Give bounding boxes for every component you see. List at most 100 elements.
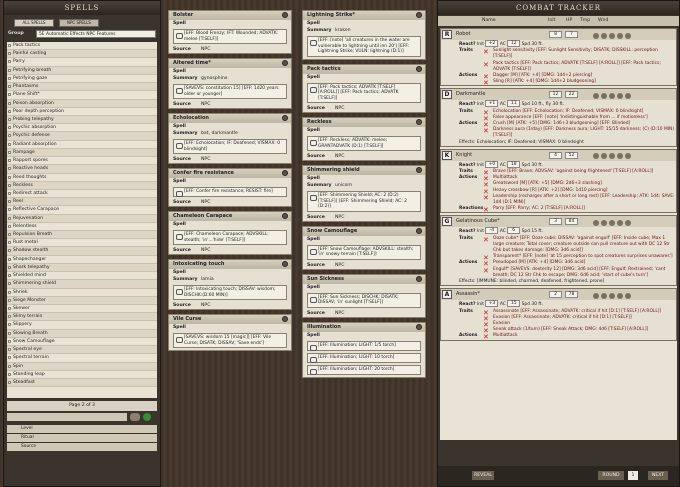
effect-box[interactable]: [EFF: Intoxicating touch; DISSAV: wisdom… [173, 285, 287, 300]
filter-ritual[interactable]: Ritual [7, 434, 157, 442]
sword-icon[interactable] [609, 32, 615, 39]
effect-icon[interactable] [601, 219, 607, 226]
spell-list-item[interactable]: Painful casting [7, 50, 157, 59]
target-icon[interactable] [593, 32, 599, 39]
shield-icon[interactable] [617, 153, 623, 160]
spell-list-item[interactable]: Shapechanger [7, 256, 157, 264]
checkbox-icon[interactable] [8, 372, 11, 376]
close-icon[interactable] [282, 170, 288, 176]
traits-row[interactable]: Traits ✕ Sunlight sensitivity [EFF: Sunlig… [441, 48, 676, 60]
checkbox-icon[interactable] [8, 60, 11, 64]
spell-card-title[interactable]: Reckless [303, 118, 425, 127]
spell-list-item[interactable]: Standing leap [7, 371, 157, 379]
effect-box[interactable]: [EFF: Confer fire resistance; RESIST: fi… [173, 187, 287, 197]
spell-list-item[interactable]: Parry [7, 58, 157, 67]
close-icon[interactable] [282, 316, 288, 322]
spell-list-item[interactable]: Relentless [7, 223, 157, 232]
token-icon[interactable]: D [442, 90, 452, 100]
checkbox-icon[interactable] [8, 208, 11, 212]
menu-icon[interactable] [625, 153, 631, 160]
effect-box[interactable]: [EFF: [note] 'all creatures in the water… [307, 36, 421, 57]
spell-list-item[interactable]: Petrifying gaze [7, 75, 157, 84]
traits-row[interactable]: ✕ Pack tactics [EFF: Pack tactics; ADVATK… [441, 61, 676, 73]
checkbox-icon[interactable] [8, 241, 11, 245]
init-mod[interactable]: +1 [485, 100, 499, 108]
checkbox-icon[interactable] [8, 364, 11, 368]
spell-card-title[interactable]: Illumination [303, 322, 425, 332]
traits-row[interactable]: Traits ✕ Ooze cube* [EFF: Ooze cube; DISSA… [441, 236, 676, 255]
checkbox-icon[interactable] [8, 323, 11, 327]
close-icon[interactable] [416, 65, 422, 72]
spell-list-item[interactable]: Pack tactics [7, 42, 157, 51]
spell-list-item[interactable]: Psychic defense [7, 132, 157, 141]
checkbox-icon[interactable] [8, 175, 11, 179]
spell-list-item[interactable]: Psychic absorption [7, 124, 157, 133]
effect-box[interactable]: [EFF: Sun Sickness; DISCHK; DISATK; DISS… [307, 292, 421, 308]
init-mod[interactable]: +3 [485, 300, 499, 308]
effect-box[interactable]: [EFF: Blood Frenzy; IFT: Wounded; ADVATK… [173, 29, 287, 44]
spell-card-title[interactable]: Echolocation [169, 114, 291, 123]
close-icon[interactable] [416, 167, 422, 173]
target-icon[interactable] [593, 292, 599, 299]
checkbox-icon[interactable] [8, 134, 11, 138]
menu-icon[interactable] [625, 292, 631, 299]
effect-icon[interactable] [601, 153, 607, 160]
filter-source[interactable]: Source [7, 443, 157, 451]
effect-icon[interactable] [601, 92, 607, 99]
checkbox-icon[interactable] [8, 101, 11, 105]
spell-card-title[interactable]: Lightning Strike* [303, 11, 425, 20]
checkbox-icon[interactable] [8, 109, 11, 113]
close-icon[interactable] [282, 115, 288, 121]
ac-value[interactable]: 6 [507, 227, 521, 235]
hp-field[interactable]: 78 [565, 291, 578, 299]
close-icon[interactable] [282, 261, 288, 267]
effects-row[interactable]: Effects: Echolocation; IF: Deafened; VIS… [441, 140, 676, 146]
shield-icon[interactable] [617, 219, 623, 226]
shield-icon[interactable] [617, 32, 623, 39]
checkbox-icon[interactable] [8, 159, 11, 163]
spell-list-item[interactable]: Reactive heads [7, 165, 157, 174]
init-field[interactable]: 2 [549, 291, 562, 299]
remove-icon[interactable]: ✕ [483, 236, 489, 243]
checkbox-icon[interactable] [8, 216, 11, 220]
hp-field[interactable]: 84 [565, 218, 578, 226]
reactions-row[interactable]: Reactions ✕ Parry [EFF: Parry; AC: 2 [T:SE… [441, 206, 676, 214]
search-input[interactable] [7, 413, 127, 421]
spell-list-item[interactable]: Poison absorption [7, 99, 157, 108]
spell-list-item[interactable]: Rampage [7, 148, 157, 158]
remove-icon[interactable]: ✕ [483, 61, 489, 68]
checkbox-icon[interactable] [8, 44, 11, 47]
token-icon[interactable]: R [442, 30, 452, 39]
combatant-name[interactable]: Darkmantle [456, 89, 546, 100]
spell-card-title[interactable]: Sun Sickness [303, 274, 425, 284]
token-icon[interactable]: K [442, 150, 452, 160]
combatant-name[interactable]: Assassin* [456, 289, 546, 300]
remove-icon[interactable]: ✕ [483, 267, 489, 274]
checkbox-icon[interactable] [8, 307, 11, 310]
spell-list-item[interactable]: Slowing Breath [7, 329, 157, 338]
add-button[interactable] [130, 413, 140, 421]
checkbox-icon[interactable] [8, 356, 11, 360]
close-icon[interactable] [282, 60, 288, 66]
checkbox-icon[interactable] [8, 331, 11, 335]
ac-value[interactable]: 12 [507, 40, 521, 47]
checkbox-icon[interactable] [8, 274, 11, 278]
ac-value[interactable]: 11 [507, 100, 521, 108]
remove-icon[interactable]: ✕ [483, 194, 489, 201]
spell-list-item[interactable]: Spectral eye [7, 346, 157, 355]
actions-row[interactable]: ✕ Leadership (recharges after a short or … [441, 194, 676, 206]
close-icon[interactable] [282, 213, 288, 219]
spell-card-title[interactable]: Shimmering shield [303, 166, 425, 175]
spell-list-item[interactable]: Shimmering shield [7, 280, 157, 289]
close-icon[interactable] [416, 119, 422, 125]
remove-icon[interactable]: ✕ [483, 207, 489, 214]
init-field[interactable]: 3 [549, 218, 562, 226]
menu-icon[interactable] [625, 92, 631, 99]
effect-box[interactable]: [EFF: Pack tactics; ADVATK [T:SELF] [A:R… [307, 82, 421, 103]
init-mod[interactable]: +0 [485, 160, 499, 168]
close-icon[interactable] [416, 275, 422, 282]
spell-list-item[interactable]: Rejuvenation [7, 214, 157, 223]
tab-all-spells[interactable]: ALL SPELLS [14, 19, 54, 27]
checkbox-icon[interactable] [8, 282, 11, 286]
checkbox-icon[interactable] [8, 85, 11, 89]
